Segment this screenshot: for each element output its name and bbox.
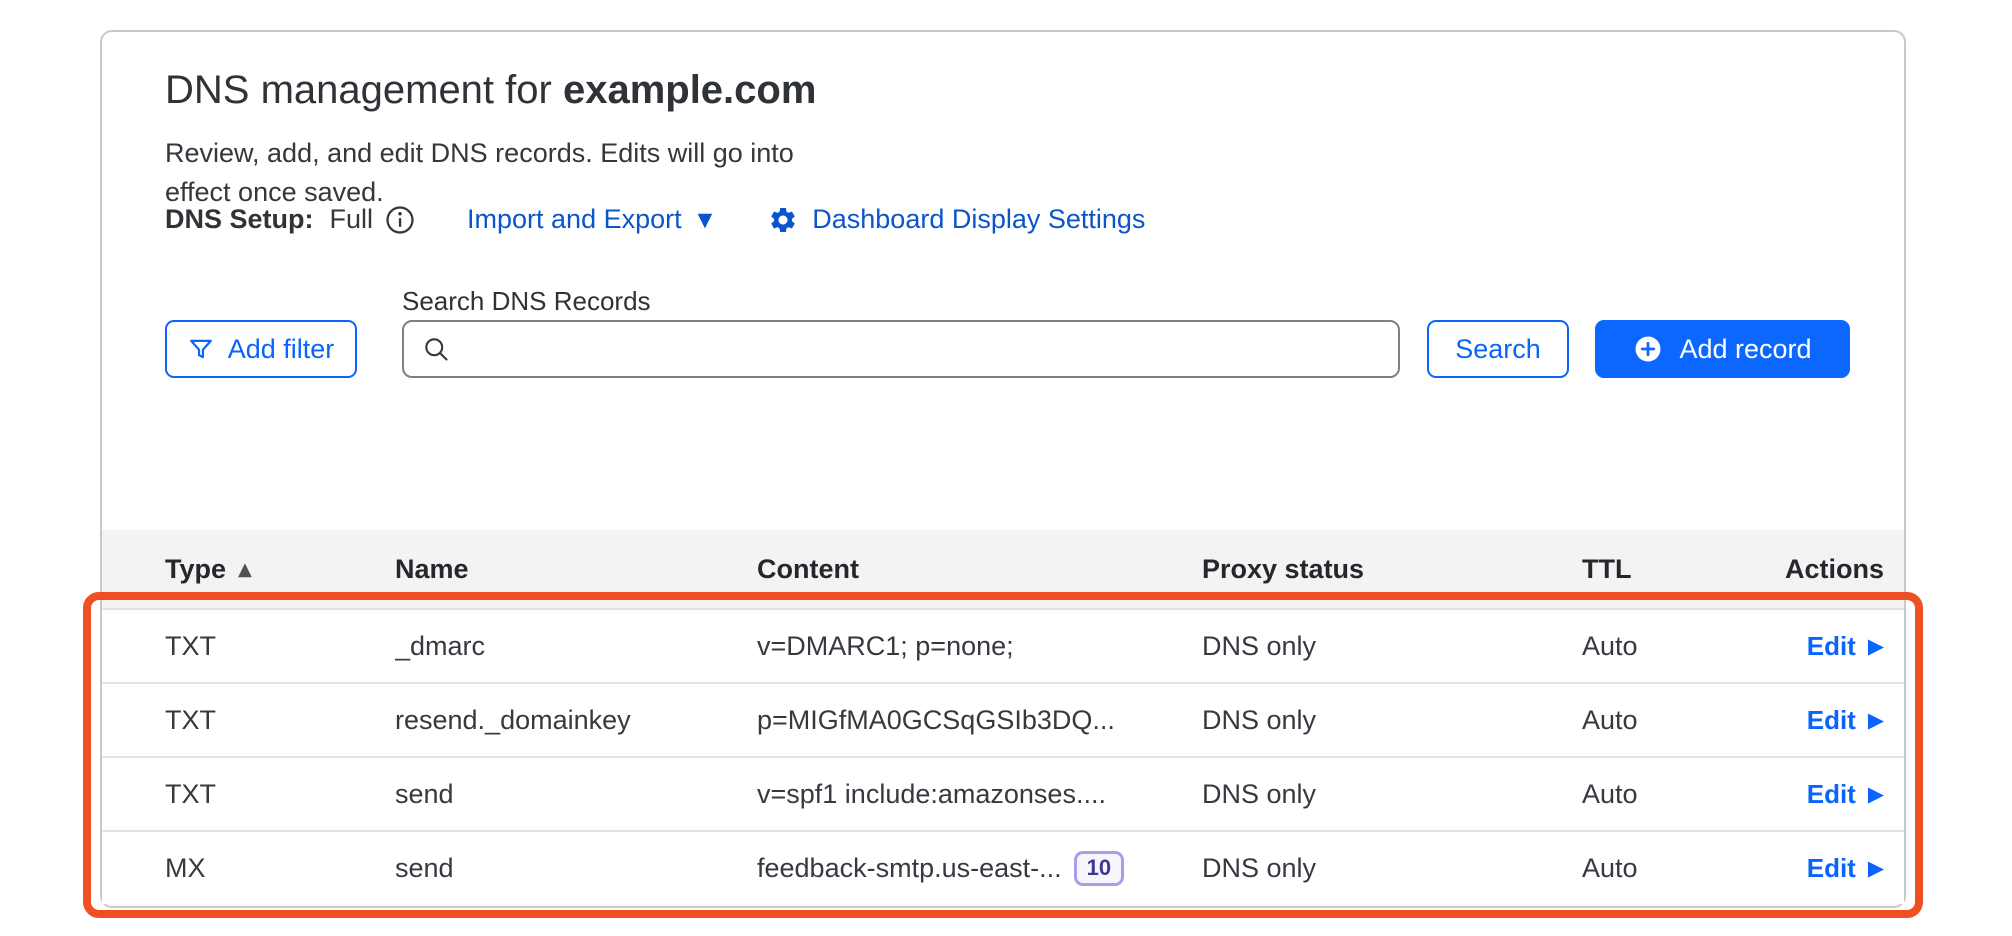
column-header-actions: Actions	[1785, 554, 1884, 585]
table-row: MX send feedback-smtp.us-east-... 10 DNS…	[102, 830, 1904, 904]
dashboard-display-settings-label: Dashboard Display Settings	[812, 204, 1145, 235]
edit-link[interactable]: Edit ▶	[1807, 779, 1884, 810]
domain-name: example.com	[563, 68, 816, 112]
chevron-down-icon: ▼	[698, 209, 713, 231]
edit-label: Edit	[1807, 779, 1856, 810]
table-row: TXT send v=spf1 include:amazonses.... DN…	[102, 756, 1904, 830]
search-field-label: Search DNS Records	[402, 286, 651, 317]
cell-content: p=MIGfMA0GCSqGSIb3DQ...	[757, 705, 1202, 736]
cell-ttl: Auto	[1582, 779, 1767, 810]
table-row: TXT resend._domainkey p=MIGfMA0GCSqGSIb3…	[102, 682, 1904, 756]
edit-label: Edit	[1807, 705, 1856, 736]
cell-name: send	[395, 853, 757, 884]
cell-proxy-status: DNS only	[1202, 779, 1582, 810]
cell-ttl: Auto	[1582, 853, 1767, 884]
priority-badge: 10	[1074, 851, 1124, 886]
edit-link[interactable]: Edit ▶	[1807, 631, 1884, 662]
dns-records-table: Type ▲ Name Content Proxy status TTL Act…	[102, 530, 1904, 904]
chevron-right-icon: ▶	[1868, 708, 1884, 732]
search-box	[402, 320, 1400, 378]
page-title-prefix: DNS management for	[165, 68, 563, 112]
column-header-type[interactable]: Type ▲	[165, 554, 395, 585]
cell-content: feedback-smtp.us-east-... 10	[757, 851, 1202, 886]
cell-type: MX	[165, 853, 395, 884]
cell-name: resend._domainkey	[395, 705, 757, 736]
search-button-label: Search	[1455, 334, 1541, 365]
sort-ascending-icon: ▲	[238, 559, 252, 580]
edit-label: Edit	[1807, 631, 1856, 662]
record-content: feedback-smtp.us-east-...	[757, 853, 1062, 884]
cell-name: _dmarc	[395, 631, 757, 662]
add-record-label: Add record	[1679, 334, 1811, 365]
chevron-right-icon: ▶	[1868, 856, 1884, 880]
column-header-name: Name	[395, 554, 757, 585]
record-content: v=DMARC1; p=none;	[757, 631, 1014, 662]
cell-content: v=DMARC1; p=none;	[757, 631, 1202, 662]
import-export-label: Import and Export	[467, 204, 682, 235]
column-header-ttl: TTL	[1582, 554, 1767, 585]
chevron-right-icon: ▶	[1868, 634, 1884, 658]
dashboard-display-settings-link[interactable]: Dashboard Display Settings	[768, 204, 1145, 235]
page-description: Review, add, and edit DNS records. Edits…	[165, 134, 795, 212]
cell-proxy-status: DNS only	[1202, 705, 1582, 736]
search-button[interactable]: Search	[1427, 320, 1569, 378]
table-row: TXT _dmarc v=DMARC1; p=none; DNS only Au…	[102, 608, 1904, 682]
plus-circle-icon	[1633, 334, 1663, 364]
edit-link[interactable]: Edit ▶	[1807, 853, 1884, 884]
cell-type: TXT	[165, 705, 395, 736]
cell-type: TXT	[165, 779, 395, 810]
info-icon[interactable]	[385, 205, 415, 235]
add-filter-button[interactable]: Add filter	[165, 320, 357, 378]
add-filter-label: Add filter	[228, 334, 335, 365]
cell-ttl: Auto	[1582, 631, 1767, 662]
dns-setup-row: DNS Setup: Full Import and Export ▼ Dash…	[165, 204, 1145, 235]
record-content: p=MIGfMA0GCSqGSIb3DQ...	[757, 705, 1115, 736]
record-content: v=spf1 include:amazonses....	[757, 779, 1106, 810]
cell-content: v=spf1 include:amazonses....	[757, 779, 1202, 810]
cell-proxy-status: DNS only	[1202, 631, 1582, 662]
edit-link[interactable]: Edit ▶	[1807, 705, 1884, 736]
gear-icon	[768, 205, 798, 235]
search-input[interactable]	[462, 322, 1380, 376]
cell-name: send	[395, 779, 757, 810]
column-header-content: Content	[757, 554, 1202, 585]
column-header-proxy-status: Proxy status	[1202, 554, 1582, 585]
toolbar: Add filter Search Add record	[102, 320, 1904, 378]
dns-setup-label: DNS Setup:	[165, 204, 314, 235]
add-record-button[interactable]: Add record	[1595, 320, 1850, 378]
import-export-link[interactable]: Import and Export ▼	[467, 204, 712, 235]
cell-proxy-status: DNS only	[1202, 853, 1582, 884]
dns-management-card: DNS management for example.com Review, a…	[100, 30, 1906, 908]
cell-ttl: Auto	[1582, 705, 1767, 736]
column-header-type-label: Type	[165, 554, 226, 585]
table-header-row: Type ▲ Name Content Proxy status TTL Act…	[102, 530, 1904, 608]
search-icon	[422, 335, 450, 363]
cell-type: TXT	[165, 631, 395, 662]
page-title: DNS management for example.com	[165, 68, 816, 113]
edit-label: Edit	[1807, 853, 1856, 884]
dns-setup-value: Full	[330, 204, 374, 235]
filter-funnel-icon	[188, 336, 214, 362]
chevron-right-icon: ▶	[1868, 782, 1884, 806]
